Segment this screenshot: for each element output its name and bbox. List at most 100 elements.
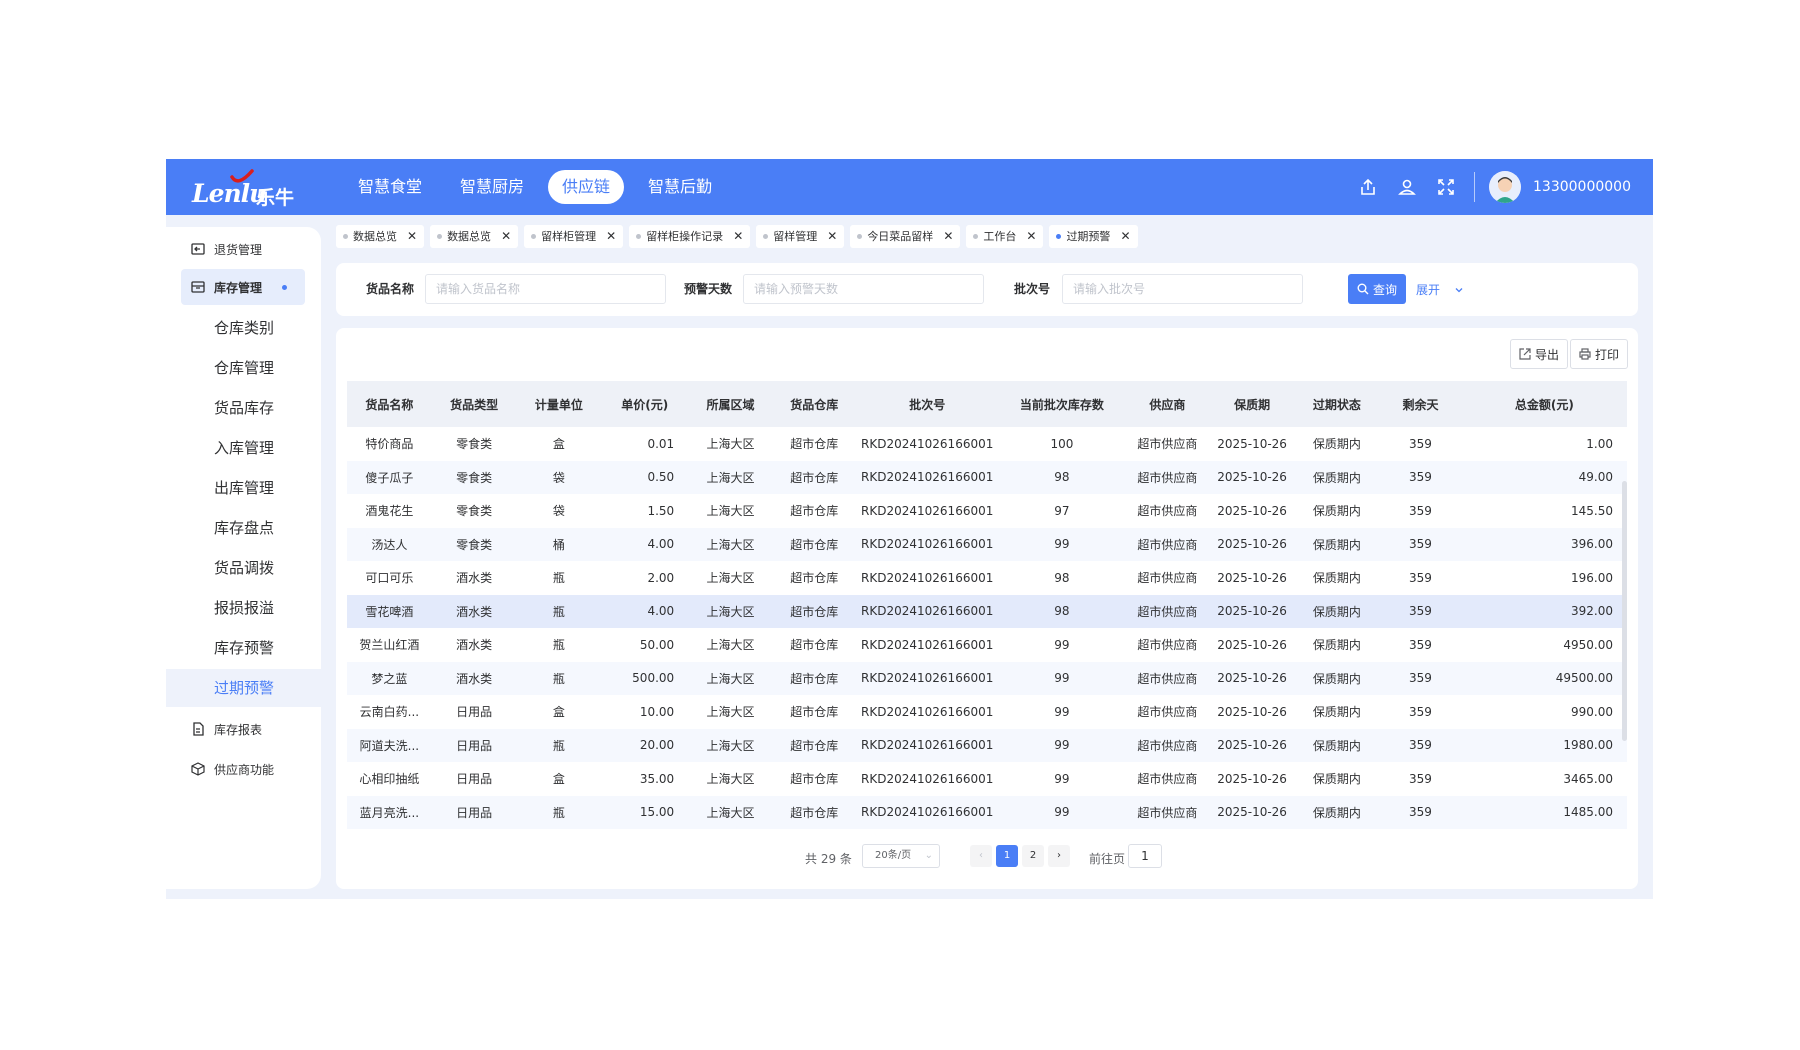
sidebar-sub-goods-stock[interactable]: 货品库存 bbox=[166, 389, 321, 427]
sidebar-sub-loss-overflow[interactable]: 报损报溢 bbox=[166, 589, 321, 627]
table-row[interactable]: 特价商品 零食类盒 0.01 上海大区 超市仓库 RKD20241026166001 100… bbox=[347, 427, 1627, 461]
tab-sample-cabinet-log[interactable]: 留样柜操作记录 ✕ bbox=[629, 225, 751, 248]
prev-page-button[interactable]: ‹ bbox=[970, 845, 992, 867]
goto-label: 前往页 bbox=[1089, 852, 1126, 866]
close-icon[interactable]: ✕ bbox=[501, 225, 511, 248]
close-icon[interactable]: ✕ bbox=[1026, 225, 1036, 248]
cell-unit-price: 20.00 bbox=[601, 728, 689, 762]
col-batch-stock[interactable]: 当前批次库存数 bbox=[998, 381, 1125, 427]
share-icon[interactable] bbox=[1356, 175, 1380, 199]
cell-goods-type: 厨房清洁 bbox=[431, 829, 517, 836]
col-supplier[interactable]: 供应商 bbox=[1124, 381, 1210, 427]
cell-unit: 桶 bbox=[516, 527, 602, 561]
table-row[interactable]: 梦之蓝 酒水类瓶 500.00 上海大区 超市仓库 RKD20241026166001 99… bbox=[347, 661, 1627, 695]
col-region[interactable]: 所属区域 bbox=[688, 381, 773, 427]
table-row[interactable]: 蓝月亮洗... 日用品瓶 15.00 上海大区 超市仓库 RKD2024102616600… bbox=[347, 795, 1627, 829]
cell-supplier: 超市供应商 bbox=[1124, 527, 1210, 561]
close-icon[interactable]: ✕ bbox=[827, 225, 837, 248]
sidebar-label: 退货管理 bbox=[214, 242, 263, 257]
cell-unit-price: 4.00 bbox=[601, 594, 689, 628]
cell-batch-stock: 99 bbox=[998, 527, 1125, 561]
table-row[interactable]: 汤达人 零食类桶 4.00 上海大区 超市仓库 RKD20241026166001 99 超市… bbox=[347, 527, 1627, 561]
sidebar-item-returns[interactable]: 退货管理 bbox=[166, 231, 321, 267]
table-row[interactable]: 小苏打厨房清洁盒15.00上海大区超市仓库RKD2024102616600199… bbox=[347, 829, 1627, 836]
col-goods-type[interactable]: 货品类型 bbox=[431, 381, 517, 427]
sidebar-item-supplier[interactable]: 供应商功能 bbox=[166, 751, 321, 787]
cell-region: 上海大区 bbox=[688, 695, 773, 729]
close-icon[interactable]: ✕ bbox=[943, 225, 953, 248]
table-row[interactable]: 傻子瓜子 零食类袋 0.50 上海大区 超市仓库 RKD20241026166001 98 超… bbox=[347, 460, 1627, 494]
sidebar-sub-expiry-warning[interactable]: 过期预警 bbox=[166, 669, 321, 707]
col-unit[interactable]: 计量单位 bbox=[516, 381, 602, 427]
tab-data-overview[interactable]: 数据总览 ✕ bbox=[336, 225, 425, 248]
col-remaining-days[interactable]: 剩余天 bbox=[1379, 381, 1462, 427]
query-button[interactable]: 查询 bbox=[1348, 274, 1406, 304]
tab-expiry-warning[interactable]: 过期预警 ✕ bbox=[1049, 225, 1138, 248]
cell-unit: 瓶 bbox=[516, 594, 602, 628]
nav-supply-chain[interactable]: 供应链 bbox=[548, 170, 625, 204]
user-phone[interactable]: 13300000000 bbox=[1533, 179, 1631, 195]
cell-unit-price: 0.01 bbox=[601, 427, 689, 461]
close-icon[interactable]: ✕ bbox=[407, 225, 417, 248]
cell-expiry-status: 保质期内 bbox=[1294, 460, 1380, 494]
tab-today-dish-sample[interactable]: 今日菜品留样 ✕ bbox=[850, 225, 961, 248]
sidebar-item-stock-report[interactable]: 库存报表 bbox=[166, 711, 321, 747]
tab-sample-cabinet[interactable]: 留样柜管理 ✕ bbox=[524, 225, 624, 248]
fullscreen-icon[interactable] bbox=[1434, 175, 1458, 199]
table-row[interactable]: 雪花啤酒 酒水类瓶 4.00 上海大区 超市仓库 RKD20241026166001 98 超… bbox=[347, 594, 1627, 628]
table-scrollbar[interactable] bbox=[1622, 481, 1627, 741]
close-icon[interactable]: ✕ bbox=[733, 225, 743, 248]
page-button-1[interactable]: 1 bbox=[996, 845, 1018, 867]
sidebar-item-inventory[interactable]: 库存管理 bbox=[181, 269, 305, 305]
sidebar-sub-stock-warning[interactable]: 库存预警 bbox=[166, 629, 321, 667]
col-expiry-status[interactable]: 过期状态 bbox=[1294, 381, 1380, 427]
page-button-2[interactable]: 2 bbox=[1022, 845, 1044, 867]
table-row[interactable]: 云南白药... 日用品盒 10.00 上海大区 超市仓库 RKD2024102616600… bbox=[347, 695, 1627, 729]
sidebar-sub-stocktaking[interactable]: 库存盘点 bbox=[166, 509, 321, 547]
col-unit-price[interactable]: 单价(元) bbox=[601, 381, 689, 427]
sidebar-sub-inbound[interactable]: 入库管理 bbox=[166, 429, 321, 467]
cell-remaining-days: 359 bbox=[1379, 695, 1462, 729]
col-shelf-life[interactable]: 保质期 bbox=[1209, 381, 1295, 427]
nav-smart-canteen[interactable]: 智慧食堂 bbox=[344, 170, 436, 204]
batch-no-input[interactable] bbox=[1062, 274, 1303, 304]
tab-sample-management[interactable]: 留样管理 ✕ bbox=[756, 225, 845, 248]
cell-batch-no: RKD20241026166001 bbox=[855, 460, 999, 494]
cell-expiry-status: 保质期内 bbox=[1294, 728, 1380, 762]
sidebar-sub-outbound[interactable]: 出库管理 bbox=[166, 469, 321, 507]
nav-smart-logistics[interactable]: 智慧后勤 bbox=[634, 170, 726, 204]
goto-page-input[interactable] bbox=[1128, 844, 1162, 868]
col-goods-name[interactable]: 货品名称 bbox=[347, 381, 432, 427]
user-profile-icon[interactable] bbox=[1395, 175, 1419, 199]
table-row[interactable]: 酒鬼花生 零食类袋 1.50 上海大区 超市仓库 RKD20241026166001 97 超… bbox=[347, 494, 1627, 528]
table-row[interactable]: 心相印抽纸 日用品盒 35.00 上海大区 超市仓库 RKD20241026166001 9… bbox=[347, 762, 1627, 796]
goods-name-input[interactable] bbox=[425, 274, 666, 304]
close-icon[interactable]: ✕ bbox=[1120, 225, 1130, 248]
page-size-select[interactable]: 20条/页 ⌄ bbox=[862, 844, 940, 868]
table-row[interactable]: 可口可乐 酒水类瓶 2.00 上海大区 超市仓库 RKD20241026166001 98 超… bbox=[347, 561, 1627, 595]
cell-goods-name: 可口可乐 bbox=[347, 561, 432, 595]
export-button[interactable]: 导出 bbox=[1510, 339, 1569, 369]
warning-days-input[interactable] bbox=[743, 274, 984, 304]
col-total-amount[interactable]: 总金额(元) bbox=[1461, 381, 1627, 427]
expand-button[interactable]: 展开 bbox=[1416, 281, 1464, 298]
sidebar-sub-warehouse-category[interactable]: 仓库类别 bbox=[166, 309, 321, 347]
tab-data-overview-2[interactable]: 数据总览 ✕ bbox=[430, 225, 519, 248]
cell-unit-price: 2.00 bbox=[601, 561, 689, 595]
table-row[interactable]: 贺兰山红酒 酒水类瓶 50.00 上海大区 超市仓库 RKD20241026166001 9… bbox=[347, 628, 1627, 662]
cell-goods-type: 酒水类 bbox=[431, 594, 517, 628]
sidebar-sub-warehouse-management[interactable]: 仓库管理 bbox=[166, 349, 321, 387]
brand-logo[interactable]: Lenlu 乐牛 bbox=[192, 165, 304, 209]
print-button[interactable]: 打印 bbox=[1570, 339, 1629, 369]
col-warehouse[interactable]: 货品仓库 bbox=[772, 381, 856, 427]
close-icon[interactable]: ✕ bbox=[606, 225, 616, 248]
col-batch-no[interactable]: 批次号 bbox=[855, 381, 999, 427]
cell-supplier: 超市供应商 bbox=[1124, 628, 1210, 662]
table-row[interactable]: 阿道夫洗... 日用品瓶 20.00 上海大区 超市仓库 RKD2024102616600… bbox=[347, 728, 1627, 762]
next-page-button[interactable]: › bbox=[1048, 845, 1070, 867]
tab-workbench[interactable]: 工作台 ✕ bbox=[966, 225, 1044, 248]
sidebar-sub-transfer[interactable]: 货品调拨 bbox=[166, 549, 321, 587]
nav-smart-kitchen[interactable]: 智慧厨房 bbox=[446, 170, 538, 204]
cell-shelf-life: 2025-10-26 bbox=[1209, 829, 1295, 836]
user-avatar[interactable] bbox=[1489, 171, 1522, 203]
